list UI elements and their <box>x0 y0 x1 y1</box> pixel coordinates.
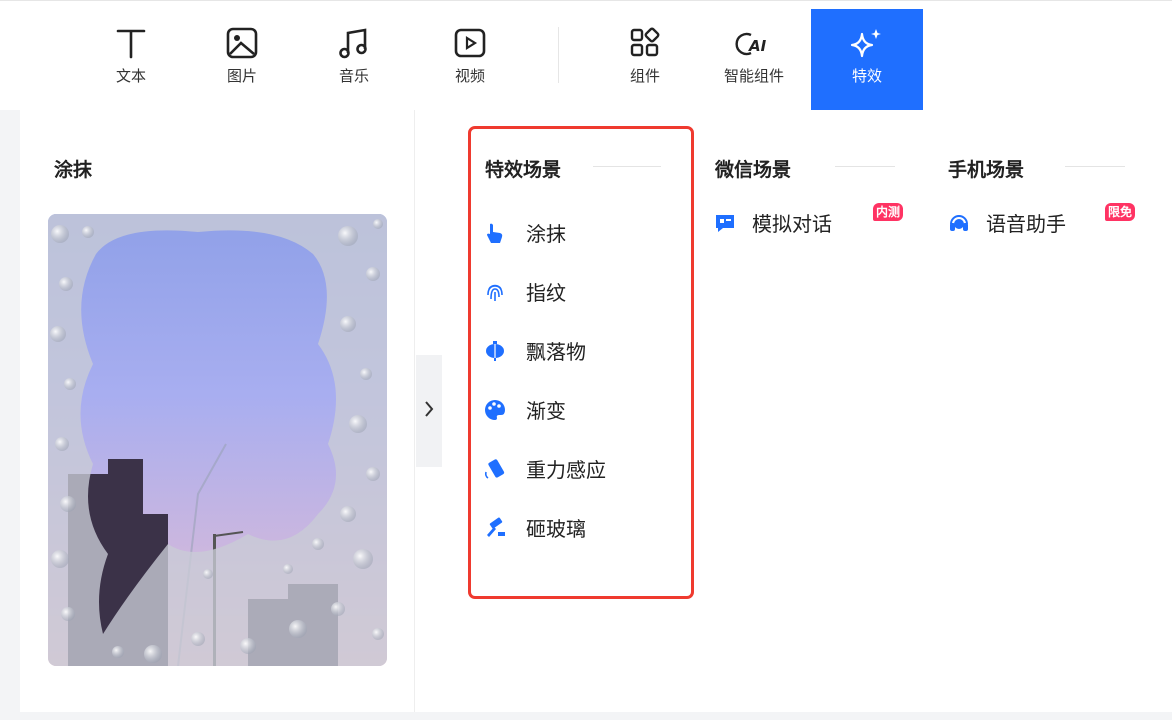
phone-item-label: 语音助手 <box>986 212 1066 236</box>
effect-item-label: 重力感应 <box>526 458 606 482</box>
effect-item-smear[interactable]: 涂抹 <box>484 218 566 247</box>
effects-panel: 涂抹 特效场景 涂抹 指纹 飘落物 渐变 重力感应 砸玻璃 微信场景 模拟对话 … <box>20 110 1172 712</box>
free-badge: 限免 <box>1105 203 1136 221</box>
chat-icon <box>714 212 736 234</box>
hammer-icon <box>484 516 506 539</box>
fingerprint-icon <box>484 281 506 303</box>
hand-pointer-icon <box>484 222 506 244</box>
headset-icon <box>948 212 970 234</box>
sparkle-icon <box>849 23 885 63</box>
toolbar-effects-button[interactable]: 特效 <box>811 9 923 111</box>
effect-item-falling[interactable]: 飘落物 <box>484 336 586 365</box>
toolbar: 文本 图片 音乐 视频 组件 AI 智能组件 特效 <box>0 0 1172 111</box>
preview-pane: 涂抹 <box>20 110 415 712</box>
effect-item-label: 涂抹 <box>526 222 566 246</box>
effect-item-label: 砸玻璃 <box>526 517 586 541</box>
ai-icon: AI <box>732 23 776 63</box>
wechat-item-label: 模拟对话 <box>752 212 832 236</box>
wechat-section-title: 微信场景 <box>715 159 792 181</box>
wechat-item-mock-chat[interactable]: 模拟对话 <box>714 208 832 237</box>
lantern-icon <box>484 340 506 362</box>
video-icon <box>453 23 487 63</box>
toolbar-divider <box>558 27 559 83</box>
beta-badge: 内测 <box>873 203 904 221</box>
toolbar-text-button[interactable]: 文本 <box>91 9 171 111</box>
toolbar-video-button[interactable]: 视频 <box>430 9 510 111</box>
toolbar-music-button[interactable]: 音乐 <box>314 9 394 111</box>
preview-image <box>48 214 387 666</box>
music-icon <box>337 23 371 63</box>
chevron-right-icon <box>423 399 435 423</box>
toolbar-music-label: 音乐 <box>338 67 369 85</box>
components-icon <box>628 23 662 63</box>
toolbar-components-button[interactable]: 组件 <box>605 9 685 111</box>
toolbar-ai-components-button[interactable]: AI 智能组件 <box>706 9 802 111</box>
phone-item-voice-assistant[interactable]: 语音助手 <box>948 208 1066 237</box>
effect-item-label: 渐变 <box>526 399 566 423</box>
collapse-toggle[interactable] <box>416 355 442 467</box>
phone-section-title: 手机场景 <box>948 159 1025 181</box>
effects-section-title: 特效场景 <box>485 159 562 181</box>
effect-item-glass-break[interactable]: 砸玻璃 <box>484 513 586 542</box>
effect-item-gravity[interactable]: 重力感应 <box>484 454 606 483</box>
section-divider <box>593 166 661 167</box>
toolbar-effects-label: 特效 <box>851 67 882 85</box>
phone-tilt-icon <box>484 458 506 480</box>
toolbar-image-label: 图片 <box>226 67 257 85</box>
effect-item-label: 指纹 <box>526 281 566 305</box>
palette-icon <box>484 399 506 421</box>
section-divider <box>835 166 895 167</box>
section-divider <box>1065 166 1125 167</box>
image-icon <box>225 23 259 63</box>
toolbar-text-label: 文本 <box>115 67 146 85</box>
effect-item-label: 飘落物 <box>526 340 586 364</box>
effect-item-fingerprint[interactable]: 指纹 <box>484 277 566 306</box>
toolbar-components-label: 组件 <box>629 67 660 85</box>
toolbar-ai-components-label: 智能组件 <box>723 67 784 85</box>
toolbar-image-button[interactable]: 图片 <box>202 9 282 111</box>
preview-title: 涂抹 <box>54 159 93 181</box>
svg-text:AI: AI <box>748 37 767 55</box>
toolbar-video-label: 视频 <box>454 67 485 85</box>
text-icon <box>114 23 148 63</box>
effect-item-gradient[interactable]: 渐变 <box>484 395 566 424</box>
